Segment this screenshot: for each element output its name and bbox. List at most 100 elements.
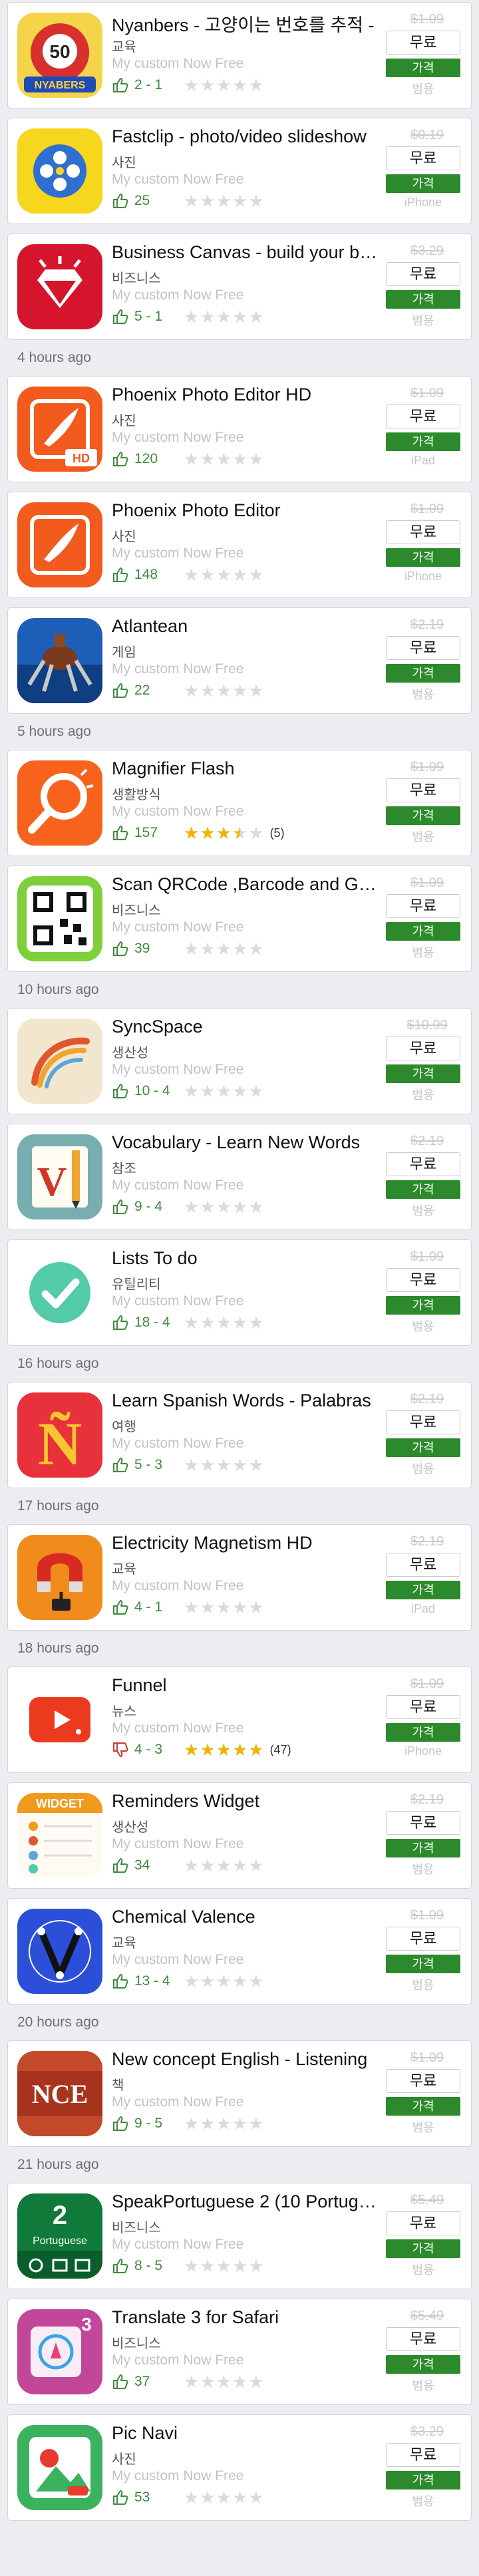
free-button[interactable]: 무료 (386, 404, 460, 428)
app-card[interactable]: 2 Portuguese SpeakPortuguese 2 (10 Portugu… (7, 2183, 472, 2289)
syncspace-icon[interactable] (17, 1019, 102, 1104)
atlantean-icon[interactable] (17, 618, 102, 703)
app-card[interactable]: Magnifier Flash 생활방식 My custom Now Free 157… (7, 750, 472, 856)
app-title[interactable]: Nyanbers - 고양이는 번호를 추적 - (112, 11, 378, 37)
free-button[interactable]: 무료 (386, 1268, 460, 1292)
thumbs-down-icon[interactable] (112, 1741, 129, 1758)
free-button[interactable]: 무료 (386, 1695, 460, 1719)
funnel-icon[interactable] (17, 1677, 102, 1762)
qrcode-icon[interactable] (17, 876, 102, 961)
app-card[interactable]: Scan QRCode ,Barcode and Generator 비즈니스My… (7, 866, 472, 972)
phoenix-icon[interactable] (17, 502, 102, 587)
app-title[interactable]: Scan QRCode ,Barcode and Generator (112, 874, 378, 895)
business-canvas-icon[interactable] (17, 244, 102, 329)
spanish-icon[interactable]: Ñ (17, 1392, 102, 1478)
app-title[interactable]: SpeakPortuguese 2 (10 Portuguese) (112, 2191, 378, 2212)
app-title[interactable]: Vocabulary - Learn New Words (112, 1132, 378, 1153)
app-title[interactable]: Translate 3 for Safari (112, 2307, 378, 2328)
app-card[interactable]: Fastclip - photo/video slideshow 사진 My cus… (7, 118, 472, 224)
app-card[interactable]: HD Phoenix Photo Editor HD 사진 My custom Now… (7, 376, 472, 482)
free-button[interactable]: 무료 (386, 1811, 460, 1835)
app-title[interactable]: Lists To do (112, 1248, 378, 1269)
magnifier-icon[interactable] (17, 760, 102, 846)
nyanbers-icon[interactable]: 50 NYABERS (17, 13, 102, 98)
thumbs-up-icon[interactable] (112, 192, 129, 210)
free-button[interactable]: 무료 (386, 262, 460, 286)
fastclip-icon[interactable] (17, 128, 102, 214)
thumbs-up-icon[interactable] (112, 1857, 129, 1874)
app-title[interactable]: Reminders Widget (112, 1791, 378, 1812)
thumbs-up-icon[interactable] (112, 450, 129, 468)
free-button[interactable]: 무료 (386, 1553, 460, 1577)
app-card[interactable]: SyncSpace 생산성 My custom Now Free 10 - 4 ★ ★ ★ ★… (7, 1008, 472, 1114)
app-card[interactable]: Funnel 뉴스 My custom Now Free 4 - 3 ★ ★ ★ ★ ★ (47)… (7, 1667, 472, 1773)
app-card[interactable]: Atlantean 게임 My custom Now Free 22 ★ ★ ★ ★ ★ $2.1… (7, 607, 472, 714)
app-card[interactable]: Ñ Learn Spanish Words - Palabras 여행 My cust… (7, 1382, 472, 1488)
thumbs-up-icon[interactable] (112, 2373, 129, 2390)
free-button[interactable]: 무료 (386, 1152, 460, 1176)
app-card[interactable]: WIDGET Reminders Widget 생산성 My custom Now F… (7, 1782, 472, 1889)
thumbs-up-icon[interactable] (112, 566, 129, 583)
thumbs-up-icon[interactable] (112, 1198, 129, 1215)
free-button[interactable]: 무료 (386, 2327, 460, 2351)
app-title[interactable]: New concept English - Listening (112, 2049, 378, 2070)
free-button[interactable]: 무료 (386, 2069, 460, 2093)
thumbs-up-icon[interactable] (112, 824, 129, 842)
thumbs-up-icon[interactable] (112, 2115, 129, 2132)
app-card[interactable]: Electricity Magnetism HD 교육 My custom Now … (7, 1524, 472, 1631)
app-card[interactable]: NCE New concept English - Listening 책 My cu… (7, 2040, 472, 2147)
app-card[interactable]: 3 Translate 3 for Safari 비즈니스 My custom Now… (7, 2299, 472, 2405)
chemical-valence-icon[interactable] (17, 1909, 102, 1994)
thumbs-up-icon[interactable] (112, 1456, 129, 1474)
nce-icon[interactable]: NCE (17, 2051, 102, 2136)
free-button[interactable]: 무료 (386, 146, 460, 170)
app-title[interactable]: Chemical Valence (112, 1907, 378, 1927)
app-title[interactable]: Pic Navi (112, 2423, 378, 2444)
app-title[interactable]: Magnifier Flash (112, 758, 378, 779)
app-card[interactable]: Business Canvas - build your business 비즈니… (7, 234, 472, 340)
free-button[interactable]: 무료 (386, 894, 460, 918)
thumbs-up-icon[interactable] (112, 1973, 129, 1990)
thumbs-up-icon[interactable] (112, 308, 129, 325)
app-title[interactable]: Learn Spanish Words - Palabras (112, 1390, 378, 1411)
app-title[interactable]: Phoenix Photo Editor HD (112, 385, 378, 405)
thumbs-up-icon[interactable] (112, 940, 129, 957)
thumbs-up-icon[interactable] (112, 1082, 129, 1100)
phoenix-hd-icon[interactable]: HD (17, 387, 102, 472)
app-title[interactable]: Funnel (112, 1675, 378, 1696)
thumbs-up-icon[interactable] (112, 1599, 129, 1616)
app-card[interactable]: Lists To do 유틸리티 My custom Now Free 18 - 4 ★… (7, 1239, 472, 1346)
thumbs-up-icon[interactable] (112, 682, 129, 699)
free-button[interactable]: 무료 (386, 2211, 460, 2235)
free-button[interactable]: 무료 (386, 1927, 460, 1951)
thumbs-up-icon[interactable] (112, 2257, 129, 2275)
free-button[interactable]: 무료 (386, 1037, 460, 1060)
free-button[interactable]: 무료 (386, 520, 460, 544)
free-button[interactable]: 무료 (386, 31, 460, 55)
vocabulary-icon[interactable]: V (17, 1134, 102, 1219)
magnet-icon[interactable] (17, 1535, 102, 1620)
lists-todo-icon[interactable] (17, 1250, 102, 1335)
app-card[interactable]: Chemical Valence 교육 My custom Now Free 13 -… (7, 1898, 472, 2005)
app-title[interactable]: Phoenix Photo Editor (112, 500, 378, 521)
app-title[interactable]: Business Canvas - build your business (112, 242, 378, 263)
app-title[interactable]: Atlantean (112, 616, 378, 637)
thumbs-up-icon[interactable] (112, 2489, 129, 2506)
free-button[interactable]: 무료 (386, 636, 460, 660)
free-button[interactable]: 무료 (386, 778, 460, 802)
reminders-widget-icon[interactable]: WIDGET (17, 1793, 102, 1878)
translate-icon[interactable]: 3 (17, 2309, 102, 2394)
free-button[interactable]: 무료 (386, 1410, 460, 1434)
thumbs-up-icon[interactable] (112, 1314, 129, 1331)
app-card[interactable]: 50 NYABERS Nyanbers - 고양이는 번호를 추적 - 교육 My cu… (7, 2, 472, 108)
picnavi-icon[interactable] (17, 2425, 102, 2510)
app-card[interactable]: Pic Navi 사진 My custom Now Free 53 ★ ★ ★ ★ ★ $3.29… (7, 2414, 472, 2521)
speakportuguese-icon[interactable]: 2 Portuguese (17, 2193, 102, 2279)
app-card[interactable]: V Vocabulary - Learn New Words 참조 My custom… (7, 1124, 472, 1230)
free-button[interactable]: 무료 (386, 2443, 460, 2467)
thumbs-up-icon[interactable] (112, 77, 129, 94)
app-card[interactable]: Phoenix Photo Editor 사진 My custom Now Free… (7, 492, 472, 598)
app-title[interactable]: Fastclip - photo/video slideshow (112, 126, 378, 147)
app-title[interactable]: SyncSpace (112, 1017, 378, 1037)
app-title[interactable]: Electricity Magnetism HD (112, 1533, 378, 1553)
